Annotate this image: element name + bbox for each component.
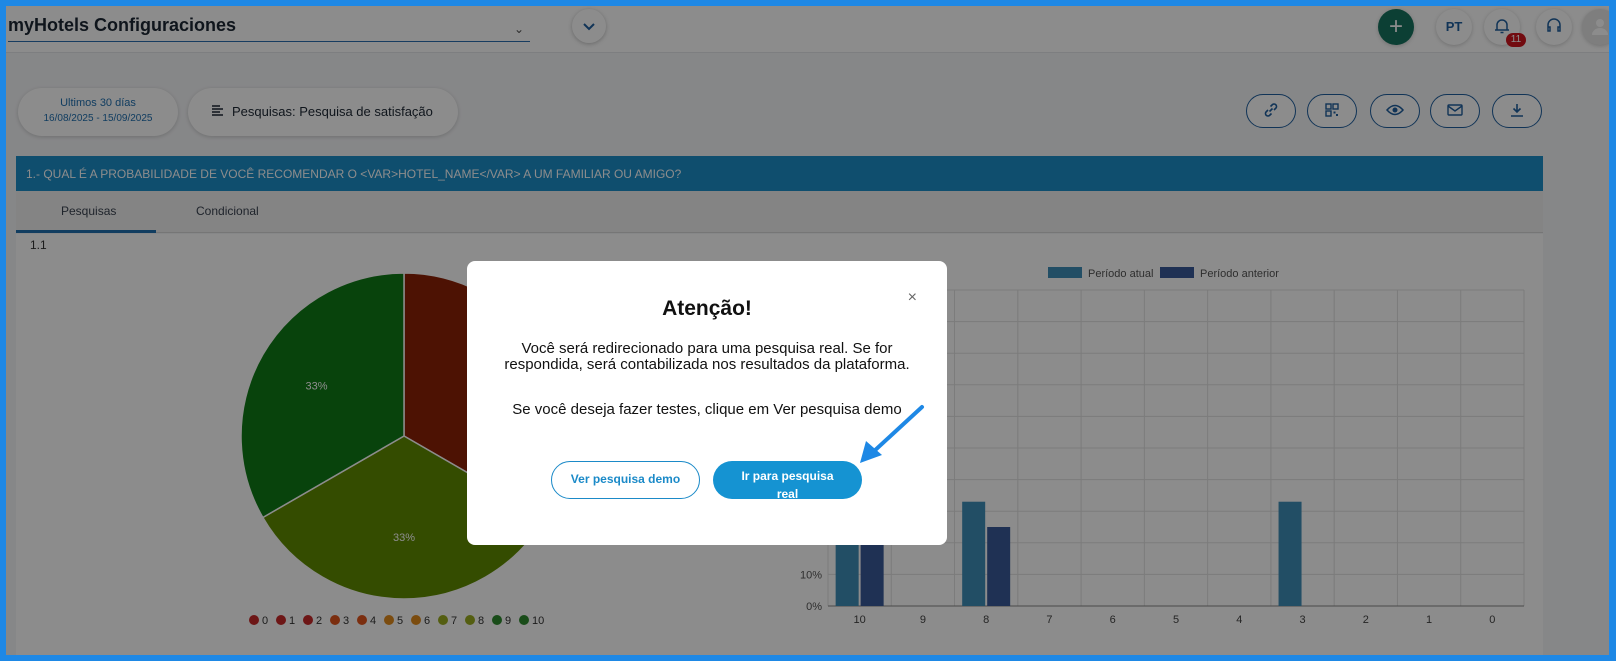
- close-icon[interactable]: ×: [908, 289, 917, 307]
- arrow-annotation: [860, 405, 924, 463]
- view-demo-survey-button[interactable]: Ver pesquisa demo: [551, 461, 700, 499]
- modal-message-demo: Se você deseja fazer testes, clique em V…: [512, 401, 902, 418]
- modal-message: Você será redirecionado para uma pesquis…: [504, 340, 910, 373]
- app-frame: myHotels Configuraciones ⌄ + PT 11 Ultim…: [6, 6, 1609, 655]
- go-to-real-survey-button[interactable]: Ir para pesquisa real: [713, 461, 862, 499]
- modal-title: Atenção!: [662, 297, 752, 320]
